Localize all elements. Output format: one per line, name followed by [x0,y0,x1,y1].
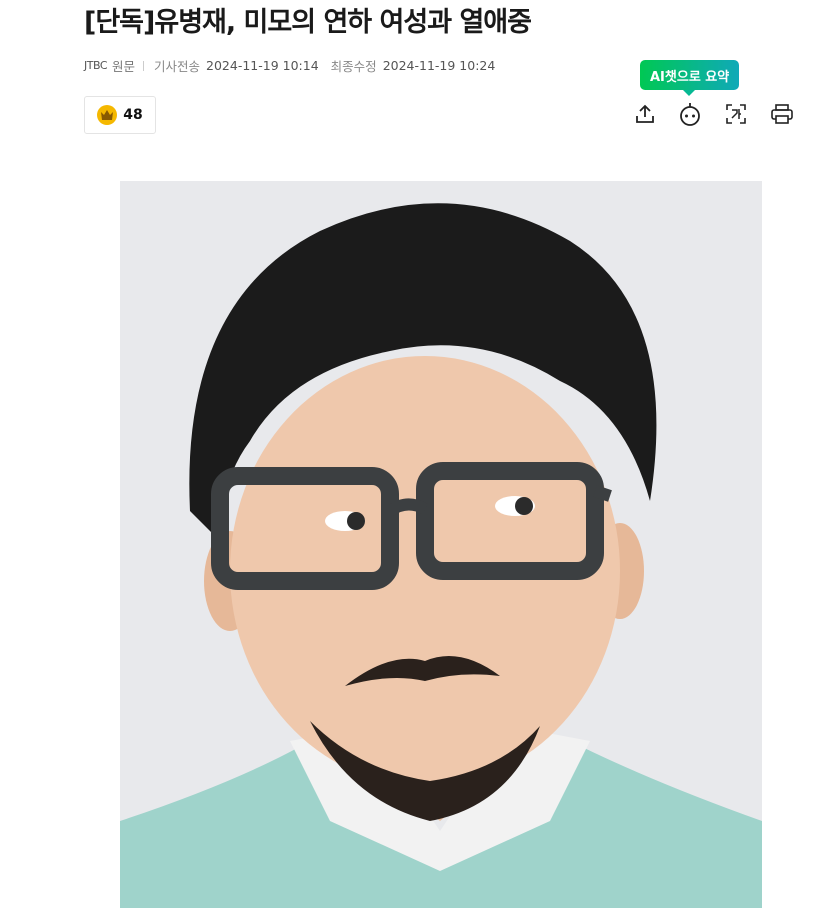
modified-time: 2024-11-19 10:24 [382,58,496,73]
share-button[interactable] [631,100,659,128]
reaction-button[interactable]: 48 [84,96,156,134]
sent-label: 기사전송 [154,59,201,74]
press-name: JTBC [84,59,108,72]
translate-button[interactable] [722,100,750,128]
share-icon [636,104,654,123]
print-button[interactable] [768,100,796,128]
ai-chat-icon [680,103,700,126]
translate-icon [726,104,746,124]
origin-link[interactable]: 원문 [112,56,135,75]
reaction-count: 48 [123,107,143,123]
article-headline: [단독]유병재, 미모의 연하 여성과 열애중 [84,7,532,38]
article-meta: JTBC 원문 기사전송 2024-11-19 10:14 최종수정 2024-… [84,56,507,75]
article-photo [120,181,762,908]
sent-time: 2024-11-19 10:14 [206,58,319,73]
print-icon [771,104,793,124]
ai-summary-label: AI챗으로 요약 [650,69,730,85]
meta-divider [143,60,145,71]
ai-summary-badge[interactable]: AI챗으로 요약 [640,60,740,96]
ai-chat-button[interactable] [676,100,704,128]
modified-label: 최종수정 [330,59,377,74]
crown-emoji-icon [97,105,118,125]
